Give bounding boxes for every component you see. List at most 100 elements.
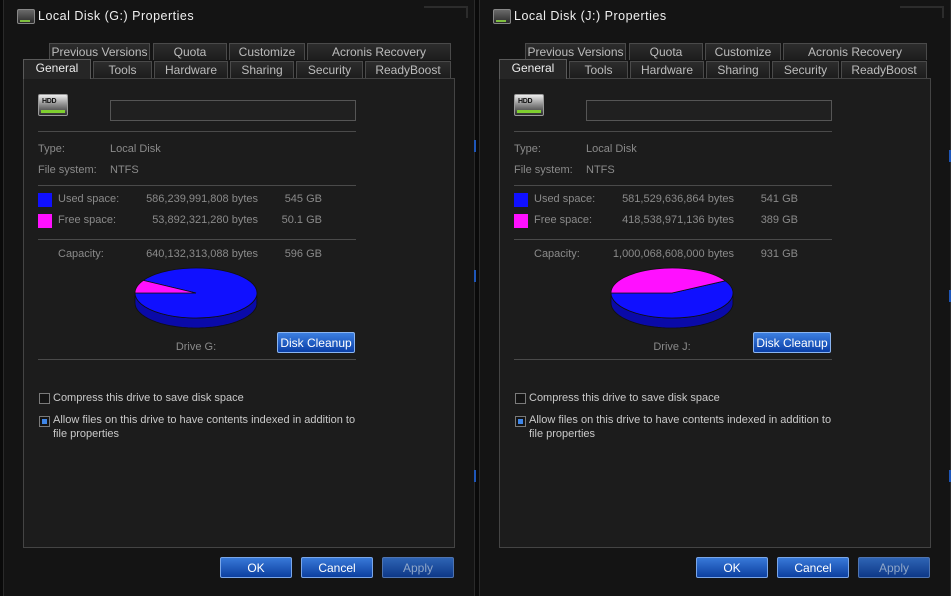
type-label: Type: [514,143,541,155]
compress-drive-checkbox[interactable] [515,393,526,404]
used-space-swatch [514,193,528,207]
used-space-swatch [38,193,52,207]
index-contents-label-line1: Allow files on this drive to have conten… [529,414,832,426]
type-value: Local Disk [110,143,161,155]
used-space-label: Used space: [58,193,120,205]
ok-button[interactable]: OK [220,557,292,578]
capacity-label: Capacity: [58,248,104,260]
free-space-bytes: 418,538,971,136 bytes [622,214,734,226]
tab-customize[interactable]: Customize [705,43,781,60]
free-space-label: Free space: [534,214,593,226]
background-window-edge [474,140,476,152]
free-space-gb: 50.1 GB [281,214,322,226]
type-value: Local Disk [586,143,637,155]
tab-general[interactable]: General [499,59,567,79]
tab-security[interactable]: Security [296,61,363,78]
capacity-gb: 931 GB [760,248,798,260]
type-label: Type: [38,143,65,155]
used-space-gb: 545 GB [284,193,322,205]
capacity-gb: 596 GB [284,248,322,260]
apply-button[interactable]: Apply [382,557,454,578]
separator [514,359,832,360]
separator [514,131,832,132]
cancel-button[interactable]: Cancel [777,557,849,578]
apply-button[interactable]: Apply [858,557,930,578]
title-bar[interactable]: Local Disk (G:) Properties [4,0,474,33]
used-space-bytes: 586,239,991,808 bytes [146,193,258,205]
volume-name-input[interactable] [110,100,356,121]
used-space-gb: 541 GB [760,193,798,205]
index-contents-checkbox[interactable] [39,416,50,427]
hard-drive-icon: HDD [38,94,68,116]
tab-acronis-recovery[interactable]: Acronis Recovery [307,43,451,60]
capacity-label: Capacity: [534,248,580,260]
file-system-value: NTFS [586,164,615,176]
separator [38,239,356,240]
tab-acronis-recovery[interactable]: Acronis Recovery [783,43,927,60]
free-space-swatch [38,214,52,228]
tab-previous-versions[interactable]: Previous Versions [49,43,150,60]
tab-sharing[interactable]: Sharing [706,61,770,78]
tab-tools[interactable]: Tools [93,61,152,78]
tab-hardware[interactable]: Hardware [154,61,228,78]
free-space-gb: 389 GB [760,214,798,226]
hard-drive-icon: HDD [514,94,544,116]
properties-window: Local Disk (J:) Properties Previous Versi… [479,0,951,596]
tab-hardware[interactable]: Hardware [630,61,704,78]
tab-quota[interactable]: Quota [153,43,227,60]
tab-readyboost[interactable]: ReadyBoost [365,61,451,78]
file-system-label: File system: [514,164,573,176]
separator [38,359,356,360]
used-space-label: Used space: [534,193,596,205]
index-contents-label-line2: file properties [53,428,120,440]
tab-security[interactable]: Security [772,61,839,78]
disk-usage-pie-chart [610,267,734,329]
free-space-swatch [514,214,528,228]
compress-drive-checkbox[interactable] [39,393,50,404]
index-contents-label-line2: file properties [529,428,596,440]
free-space-label: Free space: [58,214,117,226]
tab-previous-versions[interactable]: Previous Versions [525,43,626,60]
tab-general[interactable]: General [23,59,91,79]
drive-letter-label: Drive G: [175,341,217,353]
separator [514,239,832,240]
tab-customize[interactable]: Customize [229,43,305,60]
tab-quota[interactable]: Quota [629,43,703,60]
window-title: Local Disk (J:) Properties [514,9,667,23]
general-tab-panel: HDD Type: Local Disk File system: NTFS Used s… [499,78,931,548]
compress-drive-label: Compress this drive to save disk space [53,392,244,404]
capacity-bytes: 1,000,068,608,000 bytes [612,248,734,260]
volume-name-input[interactable] [586,100,832,121]
free-space-bytes: 53,892,321,280 bytes [152,214,258,226]
title-bar[interactable]: Local Disk (J:) Properties [480,0,950,33]
separator [38,185,356,186]
drive-title-icon [493,9,511,24]
disk-cleanup-button[interactable]: Disk Cleanup [277,332,355,353]
general-tab-panel: HDD Type: Local Disk File system: NTFS Used s… [23,78,455,548]
ok-button[interactable]: OK [696,557,768,578]
separator [514,185,832,186]
disk-cleanup-button[interactable]: Disk Cleanup [753,332,831,353]
tab-sharing[interactable]: Sharing [230,61,294,78]
used-space-bytes: 581,529,636,864 bytes [622,193,734,205]
index-contents-label-line1: Allow files on this drive to have conten… [53,414,356,426]
tab-tools[interactable]: Tools [569,61,628,78]
background-window-edge [474,470,476,482]
title-decoration [424,6,468,18]
window-title: Local Disk (G:) Properties [38,9,195,23]
hdd-icon-text: HDD [518,98,533,105]
file-system-label: File system: [38,164,97,176]
title-decoration [900,6,944,18]
disk-usage-pie-chart [134,267,258,329]
drive-title-icon [17,9,35,24]
cancel-button[interactable]: Cancel [301,557,373,578]
background-window-edge [474,270,476,282]
drive-letter-label: Drive J: [653,341,691,353]
separator [38,131,356,132]
properties-window: Local Disk (G:) Properties Previous Versi… [3,0,475,596]
compress-drive-label: Compress this drive to save disk space [529,392,720,404]
index-contents-checkbox[interactable] [515,416,526,427]
hdd-icon-text: HDD [42,98,57,105]
capacity-bytes: 640,132,313,088 bytes [146,248,258,260]
tab-readyboost[interactable]: ReadyBoost [841,61,927,78]
